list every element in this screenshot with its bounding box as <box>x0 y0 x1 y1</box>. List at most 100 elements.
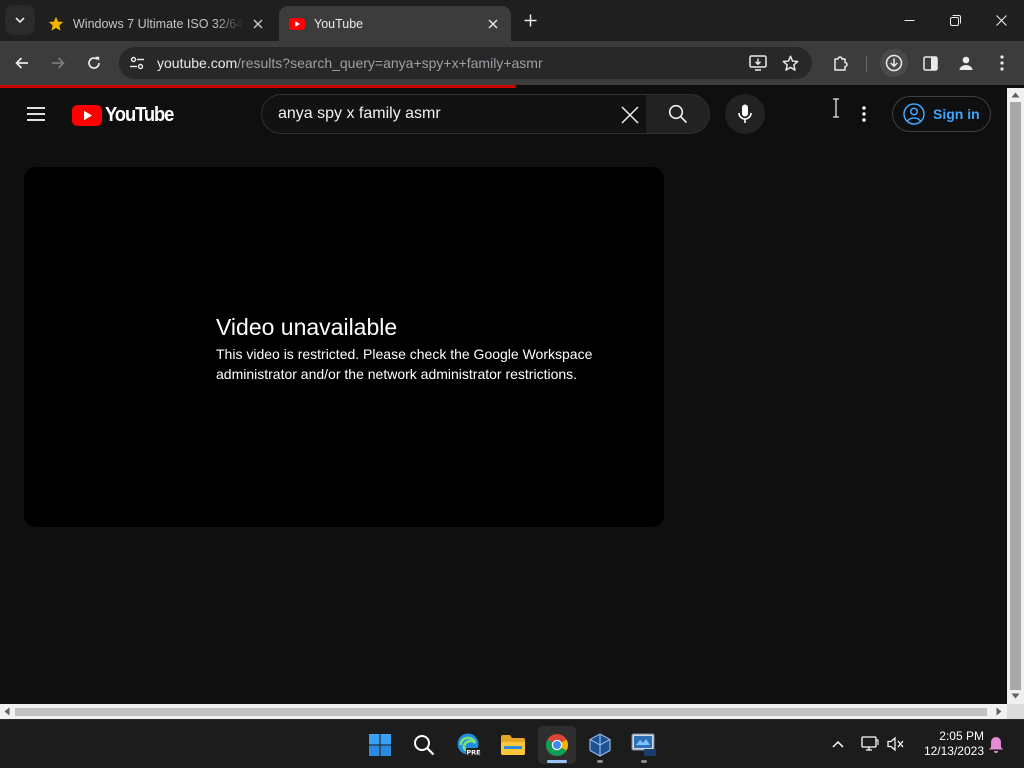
taskbar-search-button[interactable] <box>405 726 443 764</box>
forward-button[interactable] <box>44 49 72 77</box>
microphone-icon <box>738 104 752 123</box>
search-icon <box>414 735 435 756</box>
restore-icon <box>949 14 961 26</box>
network-tray-button[interactable] <box>860 734 880 754</box>
chrome-icon <box>546 734 568 756</box>
new-tab-button[interactable] <box>519 9 541 31</box>
search-button[interactable] <box>646 94 710 134</box>
scroll-left-arrow-icon[interactable] <box>4 707 10 716</box>
site-info-icon[interactable] <box>127 53 147 73</box>
clock-date: 12/13/2023 <box>923 744 984 758</box>
error-message: This video is restricted. Please check t… <box>216 346 593 382</box>
virtualbox-taskbar-button[interactable] <box>581 726 619 764</box>
clear-search-icon[interactable] <box>618 103 642 127</box>
youtube-play-icon <box>72 104 102 126</box>
horizontal-scrollbar[interactable] <box>0 704 1007 719</box>
url-host: youtube.com <box>157 55 238 71</box>
active-app-indicator <box>547 760 567 763</box>
close-tab-icon[interactable] <box>485 16 501 32</box>
tab-search-button[interactable] <box>5 5 35 35</box>
taskbar-clock[interactable]: 2:05 PM 12/13/2023 <box>916 729 984 759</box>
chrome-taskbar-button[interactable] <box>538 726 576 764</box>
puzzle-icon <box>833 55 848 71</box>
svg-text:PRE: PRE <box>466 749 480 757</box>
extensions-button[interactable] <box>826 49 854 77</box>
speaker-muted-icon <box>887 736 904 752</box>
browser-tab-strip: Windows 7 Ultimate ISO 32/64 YouTube <box>0 0 1024 41</box>
volume-tray-button[interactable] <box>886 734 906 754</box>
more-vert-icon <box>1000 55 1004 71</box>
horizontal-scroll-thumb[interactable] <box>15 708 987 716</box>
tab-windows7[interactable]: Windows 7 Ultimate ISO 32/64 <box>38 6 276 41</box>
reload-icon <box>88 56 100 69</box>
search-icon <box>668 104 687 124</box>
close-tab-icon[interactable] <box>250 16 266 32</box>
show-hidden-icons-button[interactable] <box>828 734 848 754</box>
vertical-scroll-thumb[interactable] <box>1010 102 1021 690</box>
sign-in-button[interactable]: Sign in <box>892 96 991 132</box>
windows-start-icon <box>369 734 391 756</box>
voice-search-button[interactable] <box>725 94 765 134</box>
bookmark-star-icon[interactable] <box>779 52 801 74</box>
network-monitor-icon <box>861 736 879 751</box>
browser-toolbar: youtube.com/results?search_query=anya+sp… <box>0 41 1024 85</box>
downloads-button[interactable] <box>880 49 908 77</box>
clock-time: 2:05 PM <box>939 729 984 743</box>
plus-icon <box>524 14 536 26</box>
download-icon <box>885 54 903 72</box>
chevron-up-icon <box>832 740 844 748</box>
folder-icon <box>501 735 525 755</box>
tab-title: Windows 7 Ultimate ISO 32/64 <box>73 16 244 31</box>
youtube-page: YouTube Sign in Video unavailable This v… <box>0 88 1007 704</box>
minimize-button[interactable] <box>886 0 932 40</box>
restore-button[interactable] <box>932 0 978 40</box>
scroll-right-arrow-icon[interactable] <box>996 707 1002 716</box>
url-text: youtube.com/results?search_query=anya+sp… <box>157 55 543 71</box>
profile-button[interactable] <box>952 49 980 77</box>
notifications-button[interactable] <box>986 734 1006 754</box>
virtualbox-icon <box>589 733 611 757</box>
guide-menu-button[interactable] <box>21 99 51 129</box>
profile-icon <box>959 56 973 70</box>
settings-menu-button[interactable] <box>852 102 876 126</box>
install-app-icon[interactable] <box>747 52 769 74</box>
search-input[interactable] <box>278 104 598 124</box>
scrollbar-corner <box>1007 704 1024 719</box>
edge-dev-icon: PRE <box>457 733 481 757</box>
vista-app-taskbar-button[interactable] <box>625 726 663 764</box>
close-window-button[interactable] <box>978 0 1024 40</box>
toolbar-separator <box>866 56 867 72</box>
more-vert-icon <box>862 106 866 122</box>
error-title: Video unavailable <box>216 314 398 340</box>
arrow-left-icon <box>15 57 28 69</box>
reload-button[interactable] <box>80 49 108 77</box>
minimize-icon <box>904 19 914 21</box>
tab-youtube[interactable]: YouTube <box>279 6 511 41</box>
close-icon <box>995 14 1007 26</box>
back-button[interactable] <box>8 49 36 77</box>
tab-title: YouTube <box>314 16 364 31</box>
video-player[interactable]: Video unavailable This video is restrict… <box>24 167 664 527</box>
windows-taskbar: PRE 2:05 PM 12/13/2023 <box>0 719 1024 768</box>
search-box[interactable] <box>261 94 647 134</box>
vista-app-icon <box>631 733 656 756</box>
edge-dev-taskbar-button[interactable]: PRE <box>450 726 488 764</box>
hamburger-menu-icon <box>27 107 45 121</box>
mouse-text-cursor-icon <box>833 98 839 118</box>
youtube-wordmark: YouTube <box>105 103 174 126</box>
star-icon <box>48 16 64 32</box>
bell-icon <box>989 736 1003 753</box>
start-button[interactable] <box>361 726 399 764</box>
running-app-indicator <box>641 760 647 763</box>
scroll-up-arrow-icon[interactable] <box>1011 92 1020 98</box>
vertical-scrollbar[interactable] <box>1007 88 1024 704</box>
side-panel-icon <box>922 55 938 71</box>
chrome-menu-button[interactable] <box>988 49 1016 77</box>
sign-in-label: Sign in <box>933 106 980 122</box>
youtube-logo[interactable]: YouTube <box>72 104 179 126</box>
running-app-indicator <box>597 760 603 763</box>
address-bar[interactable]: youtube.com/results?search_query=anya+sp… <box>119 47 812 79</box>
side-panel-button[interactable] <box>916 49 944 77</box>
scroll-down-arrow-icon[interactable] <box>1011 693 1020 699</box>
file-explorer-taskbar-button[interactable] <box>494 726 532 764</box>
